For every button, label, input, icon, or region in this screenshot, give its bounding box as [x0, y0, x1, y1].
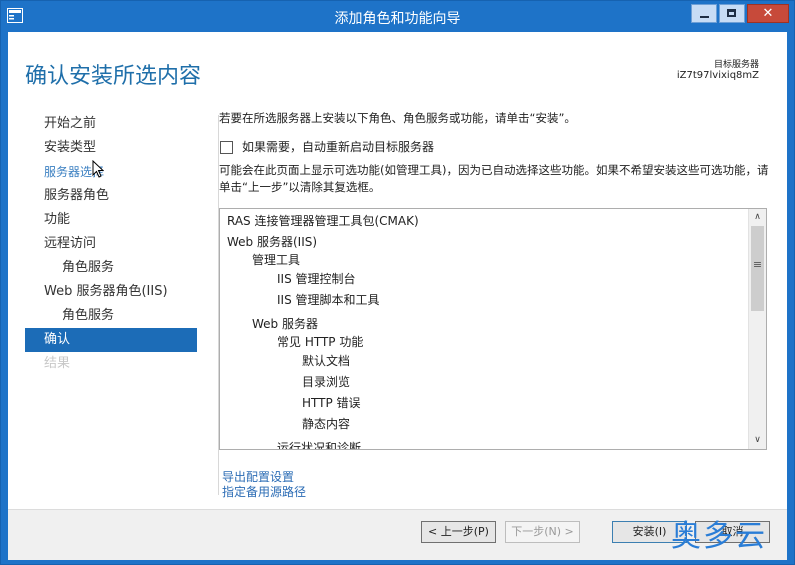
- nav-step-web-server-role-services[interactable]: 角色服务: [25, 304, 197, 328]
- list-item: Web 服务器: [252, 317, 318, 331]
- chevron-up-icon: ∧: [754, 212, 761, 222]
- nav-step-installation-type[interactable]: 安装类型: [25, 136, 197, 160]
- wizard-step-nav: 开始之前 安装类型 服务器选择 服务器角色 功能 远程访问 角色服务 Web 服…: [25, 112, 197, 376]
- nav-step-results: 结果: [44, 356, 71, 371]
- restart-checkbox-label[interactable]: 如果需要，自动重新启动目标服务器: [242, 138, 434, 155]
- nav-step-features[interactable]: 功能: [25, 208, 197, 232]
- list-item: Web 服务器(IIS): [227, 235, 318, 249]
- alternate-source-link[interactable]: 指定备用源路径: [222, 483, 306, 500]
- watermark-logo: 奥多云: [671, 519, 767, 554]
- target-server-label: 目标服务器: [713, 60, 759, 70]
- scroll-thumb[interactable]: ≡: [751, 226, 764, 311]
- list-item: 静态内容: [302, 417, 351, 431]
- nav-step-remote-access[interactable]: 远程访问: [25, 232, 197, 256]
- mouse-cursor-icon: [92, 159, 105, 178]
- list-item: IIS 管理控制台: [277, 272, 356, 286]
- nav-step-remote-access-role-services[interactable]: 角色服务: [25, 256, 197, 280]
- target-server-name: iZ7t97lvixiq8mZ: [676, 70, 759, 81]
- next-button: 下一步(N) >: [505, 521, 580, 543]
- page-title: 确认安装所选内容: [25, 64, 202, 89]
- maximize-icon: [727, 9, 736, 17]
- chevron-down-icon: ∨: [754, 435, 761, 445]
- nav-step-web-server-role[interactable]: Web 服务器角色(IIS): [25, 280, 197, 304]
- wizard-client-area: 确认安装所选内容 目标服务器 iZ7t97lvixiq8mZ 开始之前 安装类型…: [8, 32, 787, 560]
- optional-features-info: 可能会在此页面上显示可选功能(如管理工具)，因为已自动选择这些功能。如果不希望安…: [219, 163, 769, 194]
- close-icon: ✕: [762, 6, 774, 21]
- nav-step-before-you-begin[interactable]: 开始之前: [25, 112, 197, 136]
- previous-button[interactable]: < 上一步(P): [421, 521, 496, 543]
- list-item: 常见 HTTP 功能: [277, 335, 364, 349]
- nav-step-server-selection[interactable]: 服务器选择: [25, 160, 197, 184]
- list-item: HTTP 错误: [302, 396, 361, 410]
- features-list-viewport: RAS 连接管理器管理工具包(CMAK) Web 服务器(IIS) 管理工具 I…: [220, 209, 750, 449]
- nav-step-server-roles[interactable]: 服务器角色: [25, 184, 197, 208]
- scroll-up-button[interactable]: ∧: [749, 209, 766, 226]
- minimize-icon: [700, 16, 709, 18]
- close-button[interactable]: ✕: [747, 4, 789, 23]
- maximize-button[interactable]: [719, 4, 745, 23]
- title-bar[interactable]: 添加角色和功能向导 ✕: [1, 1, 794, 32]
- wizard-window: 添加角色和功能向导 ✕ 确认安装所选内容 目标服务器 iZ7t97lvixiq8…: [0, 0, 795, 565]
- list-item: RAS 连接管理器管理工具包(CMAK): [227, 214, 419, 228]
- scroll-down-button[interactable]: ∨: [749, 432, 766, 449]
- intro-text: 若要在所选服务器上安装以下角色、角色服务或功能，请单击“安装”。: [219, 111, 576, 125]
- restart-checkbox[interactable]: [220, 141, 233, 154]
- selected-features-list[interactable]: RAS 连接管理器管理工具包(CMAK) Web 服务器(IIS) 管理工具 I…: [219, 208, 767, 450]
- list-item: 目录浏览: [302, 375, 351, 389]
- features-list-scrollbar[interactable]: ∧ ≡ ∨: [748, 209, 766, 449]
- list-item: 默认文档: [302, 354, 351, 368]
- grip-icon: ≡: [752, 258, 763, 271]
- list-item: IIS 管理脚本和工具: [277, 293, 380, 307]
- list-item: 运行状况和诊断: [277, 441, 362, 449]
- nav-step-confirmation[interactable]: 确认: [25, 328, 197, 352]
- list-item: 管理工具: [252, 253, 301, 267]
- window-title: 添加角色和功能向导: [334, 11, 461, 27]
- minimize-button[interactable]: [691, 4, 717, 23]
